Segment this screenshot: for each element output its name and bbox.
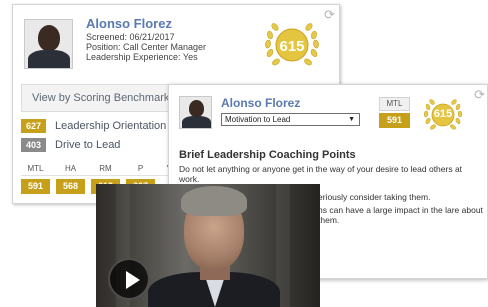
leadership-experience: Leadership Experience: Yes: [86, 52, 198, 62]
candidate-position: Position: Call Center Manager: [86, 42, 207, 52]
mini-col-header: HA: [64, 164, 77, 173]
candidate-name[interactable]: Alonso Florez: [221, 96, 300, 110]
video-presenter-hair: [181, 186, 247, 216]
coaching-title: Brief Leadership Coaching Points: [179, 149, 356, 161]
score-row-drive-to-lead: 403 Drive to Lead: [21, 138, 120, 152]
refresh-icon[interactable]: ⟳: [474, 87, 485, 103]
candidate-photo: [179, 96, 212, 129]
coaching-video-player[interactable]: [96, 184, 320, 307]
candidate-photo: [24, 19, 73, 69]
play-button[interactable]: [108, 258, 150, 300]
mini-col-value: 568: [56, 179, 85, 194]
chevron-down-icon: ▼: [348, 116, 355, 123]
score-badge: 627: [21, 119, 46, 133]
dropdown-selected-value: Motivation to Lead: [225, 115, 291, 124]
score-label: Drive to Lead: [55, 138, 121, 151]
refresh-icon[interactable]: ⟳: [324, 7, 335, 23]
overall-score: 615: [433, 108, 453, 120]
coaching-point: eriously consider taking them.: [318, 192, 431, 202]
score-row-leadership-orientation: 627 Leadership Orientation: [21, 119, 166, 133]
candidate-name[interactable]: Alonso Florez: [86, 16, 172, 31]
competency-dropdown[interactable]: Motivation to Lead ▼: [221, 113, 360, 126]
mini-col-header: P: [137, 164, 144, 173]
screened-date: Screened: 06/21/2017: [86, 32, 175, 42]
mini-col-value: 591: [21, 179, 50, 194]
mtl-label: MTL: [379, 97, 410, 111]
coaching-point: ns can have a large impact in the lare a…: [318, 205, 483, 225]
score-label: Leadership Orientation: [55, 119, 167, 132]
mini-col-header: MTL: [27, 164, 44, 173]
mini-col-header: RM: [99, 164, 112, 173]
mtl-score: 591: [379, 113, 410, 128]
overall-score: 615: [279, 38, 305, 55]
score-badge: 403: [21, 138, 46, 152]
coaching-point: Do not let anything or anyone get in the…: [179, 164, 463, 184]
play-icon: [126, 271, 140, 289]
screenshot-stage: Alonso Florez Screened: 06/21/2017 Posit…: [0, 0, 488, 307]
